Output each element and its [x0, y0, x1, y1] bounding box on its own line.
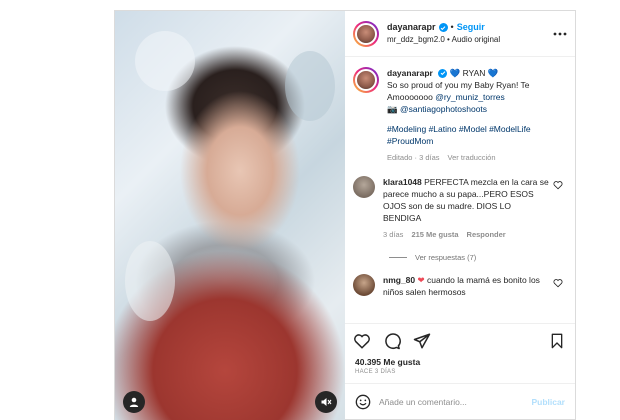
view-replies-label: Ver respuestas (7): [415, 252, 477, 262]
blue-heart-emoji-icon: 💙: [487, 68, 499, 78]
avatar[interactable]: [353, 67, 379, 93]
post-side-panel: dayanarapr • Seguir mr_ddz_bgm2.0 • Audi…: [345, 11, 575, 419]
comment-input[interactable]: [379, 396, 532, 407]
camera-emoji-icon: 📷: [387, 104, 398, 115]
divider: [389, 256, 407, 258]
mention-link[interactable]: @santiagophotoshoots: [400, 104, 487, 114]
post-caption: dayanarapr 💙 RYAN 💙 So so proud of you m…: [353, 67, 565, 164]
post-media[interactable]: [115, 11, 345, 420]
post-header: dayanarapr • Seguir mr_ddz_bgm2.0 • Audi…: [345, 11, 575, 57]
follow-button[interactable]: Seguir: [457, 22, 485, 33]
verified-badge-icon: [438, 23, 448, 33]
more-options-icon[interactable]: [553, 25, 567, 39]
red-heart-emoji-icon: ❤: [417, 274, 425, 285]
author-username[interactable]: dayanarapr: [387, 22, 436, 33]
comments-list: dayanarapr 💙 RYAN 💙 So so proud of you m…: [345, 57, 575, 323]
mute-audio-button[interactable]: [315, 391, 337, 413]
comment-item: klara1048 PERFECTA mezcla en la cara se …: [353, 176, 565, 241]
heart-icon[interactable]: [553, 278, 563, 288]
view-replies-button[interactable]: Ver respuestas (7): [389, 253, 565, 262]
audio-username[interactable]: mr_ddz_bgm2.0: [387, 35, 445, 44]
avatar[interactable]: [353, 273, 375, 296]
avatar[interactable]: [353, 20, 379, 47]
separator: •: [447, 35, 450, 45]
post-date[interactable]: HACE 3 DÍAS: [345, 367, 575, 383]
comment-composer: Publicar: [345, 383, 575, 419]
comment-username[interactable]: klara1048: [383, 177, 422, 187]
caption-hashtags[interactable]: #Modeling #Latino #Model #ModelLife #Pro…: [387, 123, 565, 147]
separator: •: [450, 22, 454, 33]
avatar[interactable]: [353, 176, 375, 199]
comment-time: 3 días: [383, 230, 404, 240]
translate-link[interactable]: Ver traducción: [448, 153, 496, 164]
caption-title: RYAN: [462, 68, 486, 78]
share-icon[interactable]: [413, 332, 431, 350]
comment-likes[interactable]: 215 Me gusta: [411, 230, 458, 241]
publish-button[interactable]: Publicar: [531, 397, 565, 407]
post-dialog: dayanarapr • Seguir mr_ddz_bgm2.0 • Audi…: [114, 10, 576, 420]
user-tag-icon: [129, 397, 139, 407]
blue-heart-emoji-icon: 💙: [449, 68, 461, 78]
comment-username[interactable]: nmg_80: [383, 275, 415, 285]
likes-count[interactable]: 40.395 Me gusta: [345, 357, 575, 367]
reply-button[interactable]: Responder: [467, 230, 506, 241]
background-blur: [125, 241, 175, 321]
bookmark-icon[interactable]: [549, 333, 565, 349]
heart-icon[interactable]: [353, 332, 371, 350]
emoji-icon[interactable]: [355, 394, 371, 410]
muted-audio-icon: [321, 398, 332, 406]
heart-icon[interactable]: [553, 180, 563, 190]
background-blur: [285, 51, 335, 121]
comment-icon[interactable]: [383, 332, 401, 350]
mention-link[interactable]: @ry_muniz_torres: [435, 92, 505, 102]
post-actions: [345, 323, 575, 357]
edited-timestamp: Editado · 3 días: [387, 153, 440, 163]
audio-label[interactable]: Audio original: [452, 35, 500, 44]
caption-username[interactable]: dayanarapr: [387, 68, 433, 78]
comment-item: nmg_80 ❤ cuando la mamá es bonito los ni…: [353, 273, 565, 298]
user-tags-button[interactable]: [123, 391, 145, 413]
verified-badge-icon: [438, 68, 448, 78]
background-blur: [135, 31, 195, 91]
